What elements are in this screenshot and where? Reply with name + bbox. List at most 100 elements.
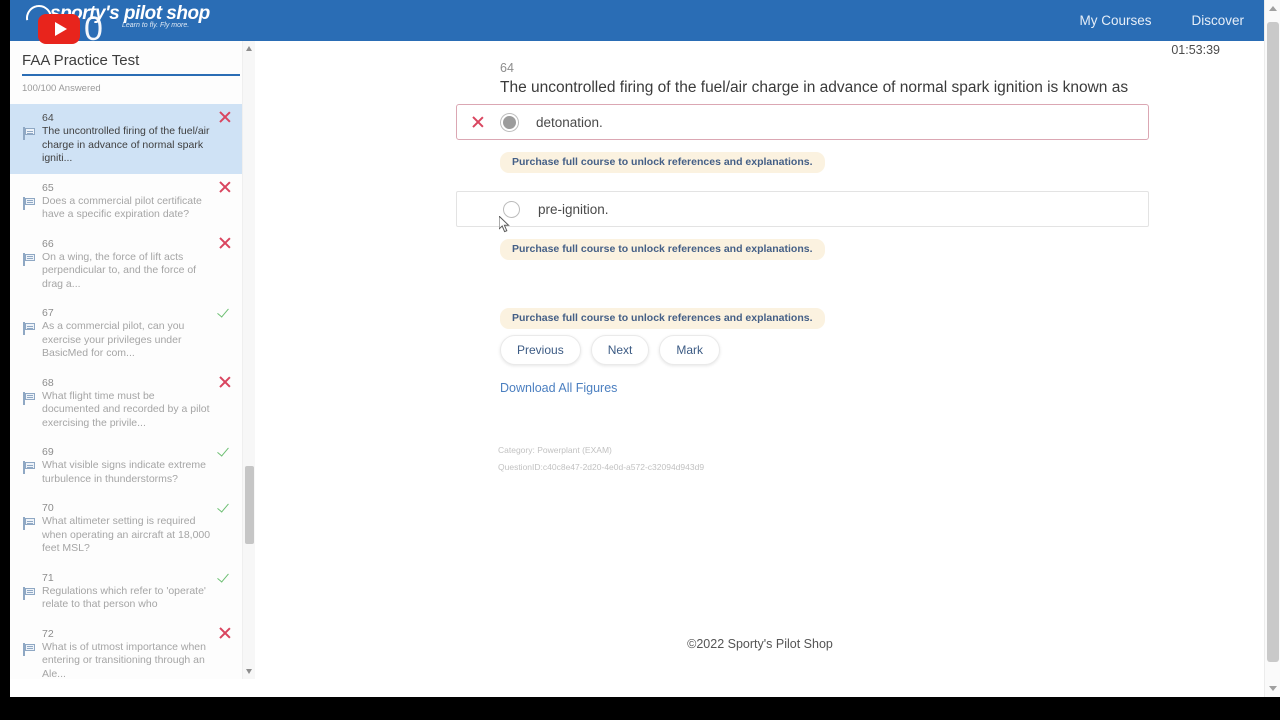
sidebar-scrollbar[interactable] xyxy=(242,41,255,679)
flag-icon xyxy=(22,391,36,406)
question-panel: 01:53:39 64 The uncontrolled firing of t… xyxy=(256,41,1264,679)
category-metadata: Category: Powerplant (EXAM) xyxy=(498,445,612,455)
radio-button-selected[interactable] xyxy=(501,113,518,131)
question-item-text: On a wing, the force of lift acts perpen… xyxy=(42,250,197,290)
question-item-number: 67 xyxy=(42,307,54,319)
question-item-body: What altimeter setting is required when … xyxy=(22,515,214,556)
question-item-number: 65 xyxy=(42,181,54,194)
question-list-item[interactable]: 72 What is of utmost importance when ente… xyxy=(10,620,242,680)
flag-icon xyxy=(22,586,36,601)
question-item-body: What visible signs indicate extreme turb… xyxy=(22,459,214,486)
youtube-play-icon[interactable] xyxy=(38,14,80,44)
question-item-text: As a commercial pilot, can you exercise … xyxy=(42,320,185,359)
nav-link-my-courses[interactable]: My Courses xyxy=(1079,13,1151,28)
question-item-body: As a commercial pilot, can you exercise … xyxy=(22,320,214,361)
question-list-item[interactable]: 64 The uncontrolled firing of the fuel/ai… xyxy=(10,104,242,174)
page-scroll-down-icon[interactable] xyxy=(1269,686,1277,691)
question-item-body: What flight time must be documented and … xyxy=(22,390,214,431)
question-item-number: 71 xyxy=(42,571,54,584)
navigation-buttons: Previous Next Mark xyxy=(500,335,721,365)
progress-bar-fill xyxy=(22,74,240,76)
question-item-text: What visible signs indicate extreme turb… xyxy=(42,459,206,485)
question-list-item[interactable]: 65 Does a commercial pilot certificate ha… xyxy=(10,174,242,230)
question-list-item[interactable]: 70 What altimeter setting is required whe… xyxy=(10,494,242,564)
flag-icon xyxy=(22,127,36,141)
question-item-number: 66 xyxy=(42,237,54,250)
correct-icon xyxy=(218,570,232,584)
flag-icon xyxy=(22,642,36,657)
question-list-item[interactable]: 71 Regulations which refer to 'operate' r… xyxy=(10,564,242,620)
outer-frame: sporty's pilot shop Learn to fly. Fly mo… xyxy=(0,0,1280,720)
question-list-item[interactable]: 67 As a commercial pilot, can you exercis… xyxy=(10,299,242,369)
sidebar-header: FAA Practice Test 100/100 Answered xyxy=(10,41,242,94)
purchase-notice-3[interactable]: Purchase full course to unlock reference… xyxy=(500,308,825,329)
page-scrollbar-thumb[interactable] xyxy=(1267,22,1279,662)
question-item-body: Regulations which refer to 'operate' rel… xyxy=(22,585,214,612)
question-item-body: On a wing, the force of lift acts perpen… xyxy=(22,251,214,292)
scroll-down-icon[interactable] xyxy=(246,669,252,674)
question-item-text: Regulations which refer to 'operate' rel… xyxy=(42,584,206,611)
question-item-text: Does a commercial pilot certificate have… xyxy=(42,194,202,221)
question-item-number: 72 xyxy=(42,627,54,640)
answer-option-detonation[interactable]: detonation. xyxy=(456,104,1149,140)
overlay-digit: 0 xyxy=(84,10,103,48)
download-all-figures-link[interactable]: Download All Figures xyxy=(500,381,617,395)
sidebar-scrollbar-thumb[interactable] xyxy=(245,466,254,544)
incorrect-icon xyxy=(218,375,232,389)
question-item-number: 70 xyxy=(42,502,54,514)
question-item-text: The uncontrolled firing of the fuel/air … xyxy=(42,125,210,164)
question-item-body: Does a commercial pilot certificate have… xyxy=(22,195,214,222)
question-stem: The uncontrolled firing of the fuel/air … xyxy=(500,79,1129,96)
question-item-text: What altimeter setting is required when … xyxy=(42,515,211,554)
nav-link-discover[interactable]: Discover xyxy=(1191,13,1244,28)
progress-bar xyxy=(22,74,240,76)
radio-button-correct[interactable] xyxy=(503,200,520,218)
question-item-body: The uncontrolled firing of the fuel/air … xyxy=(22,125,214,166)
flag-icon xyxy=(22,517,36,531)
incorrect-icon xyxy=(218,236,232,250)
correct-icon xyxy=(218,500,232,514)
scroll-up-icon[interactable] xyxy=(246,46,252,51)
purchase-notice-1[interactable]: Purchase full course to unlock reference… xyxy=(500,152,825,173)
incorrect-icon xyxy=(218,626,232,640)
question-id-metadata: QuestionID:c40c8e47-2d20-4e0d-a572-c3209… xyxy=(498,462,705,472)
question-item-number: 69 xyxy=(42,446,54,458)
question-item-number: 68 xyxy=(42,376,54,389)
incorrect-icon xyxy=(218,180,232,194)
question-list[interactable]: 64 The uncontrolled firing of the fuel/ai… xyxy=(10,104,242,679)
question-item-text: What flight time must be documented and … xyxy=(42,389,210,429)
footer-copyright: ©2022 Sporty's Pilot Shop xyxy=(687,637,833,651)
exam-timer: 01:53:39 xyxy=(1171,43,1220,57)
quiz-title: FAA Practice Test xyxy=(22,52,140,69)
brand-tagline: Learn to fly. Fly more. xyxy=(122,22,190,29)
flag-icon xyxy=(22,196,36,211)
nav-links: My Courses Discover xyxy=(1079,13,1280,28)
browser-viewport: sporty's pilot shop Learn to fly. Fly mo… xyxy=(10,0,1280,697)
question-list-item[interactable]: 68 What flight time must be documented an… xyxy=(10,369,242,439)
page-scroll-up-icon[interactable] xyxy=(1269,6,1277,11)
answer-option-preignition[interactable]: pre-ignition. xyxy=(456,191,1149,227)
page-scrollbar[interactable] xyxy=(1264,0,1280,697)
next-button[interactable]: Next xyxy=(590,335,650,365)
answered-count: 100/100 Answered xyxy=(22,83,101,94)
question-item-text: What is of utmost importance when enteri… xyxy=(42,640,206,680)
correct-icon xyxy=(218,305,232,319)
flag-icon xyxy=(22,461,36,475)
purchase-notice-2[interactable]: Purchase full course to unlock reference… xyxy=(500,239,825,260)
answer-text: pre-ignition. xyxy=(538,201,609,217)
top-navigation-bar: sporty's pilot shop Learn to fly. Fly mo… xyxy=(10,0,1280,41)
question-item-body: What is of utmost importance when enteri… xyxy=(22,640,214,680)
mark-button[interactable]: Mark xyxy=(659,335,721,365)
question-list-item[interactable]: 69 What visible signs indicate extreme tu… xyxy=(10,438,242,494)
flag-icon xyxy=(22,252,36,267)
question-number: 64 xyxy=(500,61,514,75)
incorrect-icon xyxy=(471,115,485,129)
previous-button[interactable]: Previous xyxy=(500,335,581,365)
flag-icon xyxy=(22,322,36,336)
correct-icon xyxy=(218,444,232,458)
answer-text: detonation. xyxy=(536,114,603,130)
question-sidebar: FAA Practice Test 100/100 Answered 64 The… xyxy=(10,41,242,679)
incorrect-icon xyxy=(218,110,232,124)
question-list-item[interactable]: 66 On a wing, the force of lift acts perp… xyxy=(10,230,242,300)
question-item-number: 64 xyxy=(42,112,54,124)
